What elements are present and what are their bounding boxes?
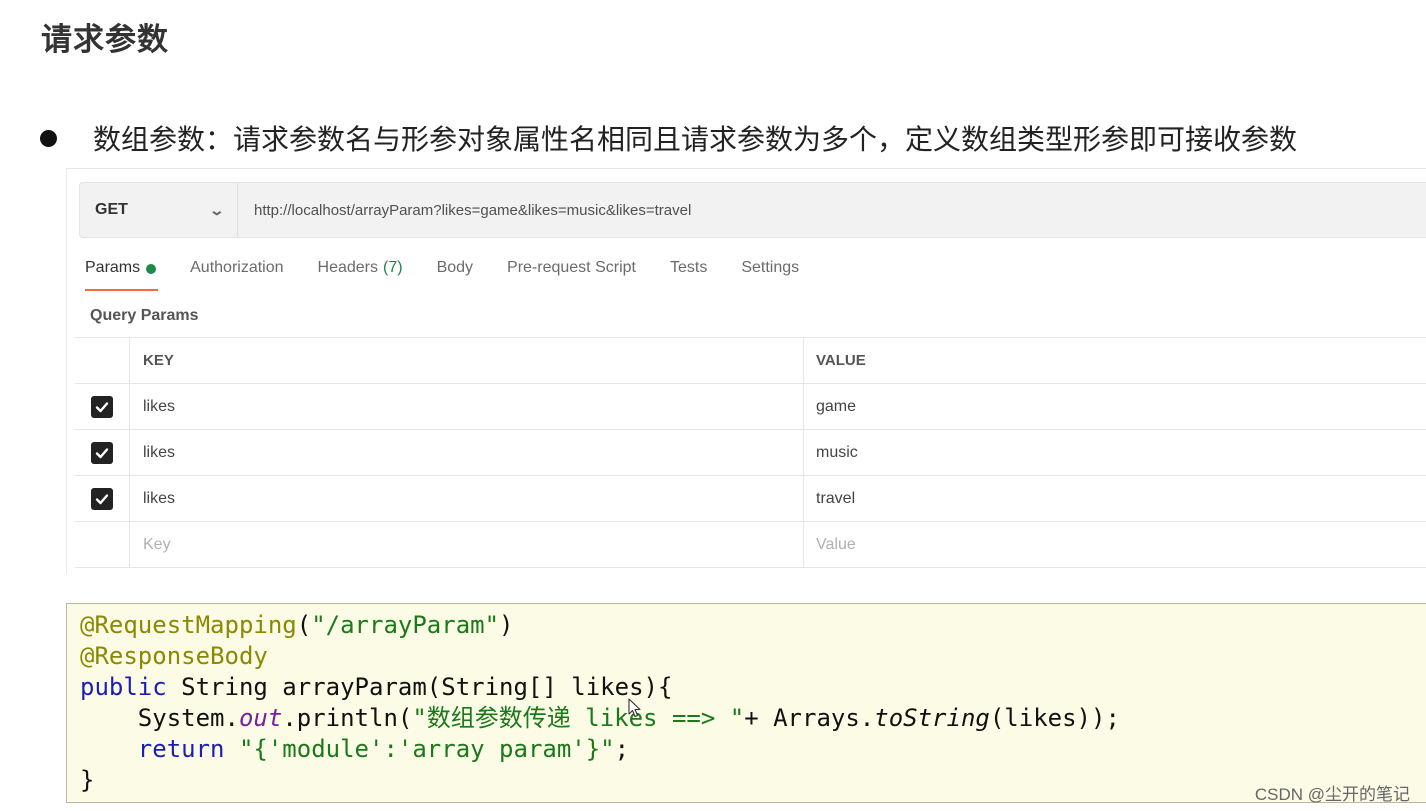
code-string: "{'module':'array param'}" <box>238 735 615 763</box>
watermark: CSDN @尘开的笔记 <box>1254 785 1410 804</box>
code-line: return "{'module':'array param'}"; <box>80 734 1426 765</box>
request-tabs: Params Authorization Headers (7) Body Pr… <box>85 259 833 295</box>
param-value-cell[interactable]: game <box>804 384 1426 429</box>
param-key-cell[interactable]: likes <box>130 430 804 475</box>
method-label: GET <box>95 201 128 218</box>
bullet-text: 数组参数：请求参数名与形参对象属性名相同且请求参数为多个，定义数组类型形参即可接… <box>93 123 1298 156</box>
table-row: likes music <box>75 429 1426 475</box>
url-bar: GET ⌄ http://localhost/arrayParam?likes=… <box>79 182 1426 238</box>
row-checkbox[interactable] <box>91 441 113 464</box>
tab-label: Pre-request Script <box>507 259 636 276</box>
headers-count-badge: (7) <box>383 259 403 276</box>
param-value-cell[interactable]: music <box>804 430 1426 475</box>
row-check-cell <box>75 476 130 521</box>
tab-pre-request-script[interactable]: Pre-request Script <box>507 259 636 289</box>
code-string: "数组参数传递 likes ==> " <box>412 704 745 732</box>
header-check-cell <box>75 338 130 383</box>
code-token: String arrayParam(String[] likes){ <box>166 673 673 701</box>
tab-label: Authorization <box>190 259 284 276</box>
param-key-cell[interactable]: likes <box>130 384 804 429</box>
tab-tests[interactable]: Tests <box>670 259 707 289</box>
code-keyword: public <box>80 673 167 701</box>
row-check-cell <box>75 384 130 429</box>
code-field: out <box>238 704 283 732</box>
checkmark-icon <box>95 401 109 412</box>
tab-body[interactable]: Body <box>437 259 473 289</box>
tab-label: Headers <box>317 259 378 276</box>
code-annotation: @ResponseBody <box>80 642 268 670</box>
code-token: .println( <box>282 704 413 732</box>
query-params-table: KEY VALUE likes game likes music likes t… <box>75 337 1426 568</box>
code-line: @RequestMapping("/arrayParam") <box>80 610 1426 641</box>
code-line: public String arrayParam(String[] likes)… <box>80 672 1426 703</box>
method-select[interactable]: GET ⌄ <box>80 183 238 237</box>
code-line: System.out.println("数组参数传递 likes ==> "+ … <box>80 703 1426 734</box>
tab-label: Settings <box>741 259 800 276</box>
code-token: ) <box>499 611 514 639</box>
row-check-cell <box>75 522 130 567</box>
query-params-label: Query Params <box>90 307 199 324</box>
table-row: likes game <box>75 383 1426 429</box>
param-key-cell[interactable]: likes <box>130 476 804 521</box>
code-string: "/arrayParam" <box>311 611 500 639</box>
url-input[interactable]: http://localhost/arrayParam?likes=game&l… <box>238 202 691 219</box>
row-check-cell <box>75 430 130 475</box>
column-header-key: KEY <box>130 338 804 383</box>
slide-title: 请求参数 <box>41 22 169 58</box>
code-line: } <box>80 765 1426 796</box>
column-header-value: VALUE <box>816 352 866 369</box>
code-token: + Arrays. <box>744 704 875 732</box>
table-row-new: Key Value <box>75 521 1426 568</box>
bullet-item: 数组参数：请求参数名与形参对象属性名相同且请求参数为多个，定义数组类型形参即可接… <box>40 118 1297 158</box>
bullet-dot-icon <box>40 129 57 147</box>
checkmark-icon <box>95 447 109 458</box>
tab-label: Tests <box>669 259 708 276</box>
new-value-input[interactable]: Value <box>804 522 1426 567</box>
code-token: (likes)); <box>989 704 1120 732</box>
code-token: ( <box>296 611 312 639</box>
code-method: toString <box>874 704 990 732</box>
chevron-down-icon: ⌄ <box>208 201 226 218</box>
row-checkbox[interactable] <box>91 395 113 418</box>
code-token: } <box>80 766 95 794</box>
checkmark-icon <box>95 493 109 504</box>
tab-settings[interactable]: Settings <box>741 259 799 289</box>
tab-label: Body <box>436 259 474 276</box>
code-annotation: @RequestMapping <box>80 611 297 639</box>
tab-params[interactable]: Params <box>85 259 159 291</box>
postman-request-panel: GET ⌄ http://localhost/arrayParam?likes=… <box>66 168 1426 574</box>
tab-authorization[interactable]: Authorization <box>190 259 283 289</box>
table-header-row: KEY VALUE <box>75 337 1426 383</box>
code-keyword: return <box>137 735 225 763</box>
new-key-input[interactable]: Key <box>130 522 804 567</box>
code-line: @ResponseBody <box>80 641 1426 672</box>
table-row: likes travel <box>75 475 1426 521</box>
code-block: @RequestMapping("/arrayParam") @ResponseB… <box>66 603 1426 803</box>
code-token: System. <box>80 704 239 732</box>
param-value-cell[interactable]: travel <box>804 476 1426 521</box>
tab-label: Params <box>85 259 141 276</box>
row-checkbox[interactable] <box>91 487 113 510</box>
active-indicator-icon <box>146 264 157 274</box>
mouse-cursor-icon <box>628 698 641 718</box>
tab-headers[interactable]: Headers (7) <box>318 259 403 289</box>
code-token: ; <box>614 735 630 763</box>
